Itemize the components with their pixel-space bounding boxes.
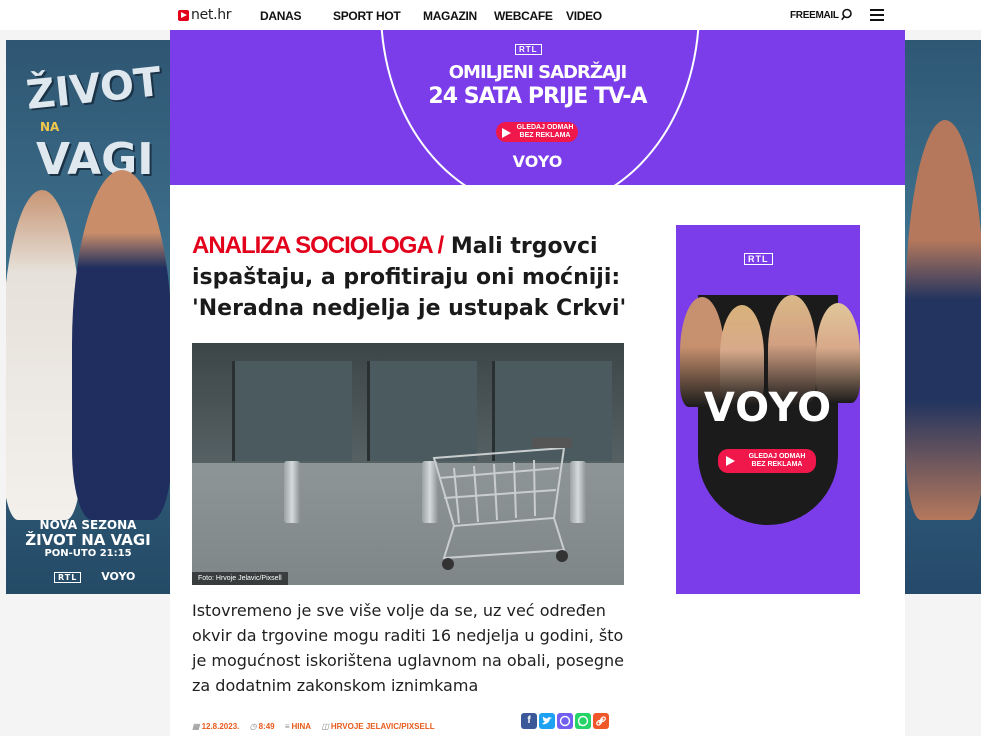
play-icon <box>502 128 511 138</box>
show-title-line1: ŽIVOT <box>23 59 164 119</box>
host-man-image <box>72 170 170 520</box>
play-icon <box>726 456 735 466</box>
clock-icon: ◷ <box>249 722 257 731</box>
show-title-line2: NA <box>40 120 60 134</box>
sidebar-cta-line1: GLEDAJ ODMAH <box>748 453 806 460</box>
site-logo[interactable]: net.hr <box>178 7 232 23</box>
sidebar-ad-rtl-logo: RTL <box>744 253 773 265</box>
sidebar-ad-voyo-logo: VOYO <box>703 385 833 431</box>
logo-text: net.hr <box>191 7 232 23</box>
whatsapp-icon <box>577 715 589 727</box>
banner-cta-line2: BEZ REKLAMA <box>519 132 571 139</box>
left-ad-logos: RTL VOYO <box>54 570 135 583</box>
camera-icon: ◫ <box>321 722 329 731</box>
caption-line3: PON-UTO 21:15 <box>44 548 132 559</box>
right-side-ad[interactable] <box>905 40 981 594</box>
bollard <box>284 461 300 523</box>
rtl-logo: RTL <box>54 572 82 583</box>
search-icon[interactable] <box>841 8 854 21</box>
article-photo[interactable]: Foto: Hrvoje Jelavic/Pixsell <box>192 343 624 585</box>
contestant-image <box>905 120 981 520</box>
viber-icon <box>559 715 571 727</box>
left-ad-caption: NOVA SEZONA ŽIVOT NA VAGI PON-UTO 21:15 <box>6 518 170 559</box>
nav-item-video[interactable]: VIDEO <box>566 9 602 23</box>
sidebar-ad[interactable]: RTL VOYO GLEDAJ ODMAH BEZ REKLAMA <box>676 225 860 594</box>
whatsapp-share-button[interactable] <box>575 713 591 729</box>
nav-item-sport[interactable]: SPORT <box>333 9 373 23</box>
source-icon: ≡ <box>284 722 290 731</box>
meta-source[interactable]: ≡ HINA <box>285 722 311 731</box>
article-content: ANALIZA SOCIOLOGA / Mali trgovci ispašta… <box>170 185 905 736</box>
banner-headline-2: 24 SATA PRIJE TV-A <box>428 84 647 109</box>
logo-mark-icon <box>178 9 189 21</box>
twitter-share-button[interactable] <box>539 713 555 729</box>
banner-cta-line1: GLEDAJ ODMAH <box>516 124 574 131</box>
meta-photo[interactable]: ◫ HRVOJE JELAVIC/PIXSELL <box>321 722 434 731</box>
store-window <box>232 361 352 461</box>
article-headline[interactable]: ANALIZA SOCIOLOGA / Mali trgovci ispašta… <box>192 230 632 324</box>
voyo-logo: VOYO <box>101 570 136 583</box>
nav-item-danas[interactable]: DANAS <box>260 9 301 23</box>
article-lead: Istovremeno je sve više volje da se, uz … <box>192 601 624 695</box>
top-banner-ad[interactable]: RTL OMILJENI SADRŽAJI 24 SATA PRIJE TV-A… <box>170 30 905 185</box>
viber-share-button[interactable] <box>557 713 573 729</box>
shopping-cart-image <box>432 438 572 570</box>
nav-item-hot[interactable]: HOT <box>376 9 401 23</box>
host-woman-image <box>6 190 82 520</box>
article-meta: ▦ 12.8.2023. ◷ 8:49 ≡ HINA ◫ HRVOJE JELAVIC/… <box>192 722 443 731</box>
caption-line1: NOVA SEZONA <box>39 518 137 532</box>
menu-icon[interactable] <box>870 9 884 21</box>
nav-item-webcafe[interactable]: WEBCAFE <box>494 9 553 23</box>
banner-cta-button[interactable]: GLEDAJ ODMAH BEZ REKLAMA <box>496 122 578 142</box>
facebook-share-button[interactable]: f <box>521 713 537 729</box>
copy-link-button[interactable] <box>593 713 609 729</box>
caption-line2: ŽIVOT NA VAGI <box>25 531 151 549</box>
sidebar-ad-cta-button[interactable]: GLEDAJ ODMAH BEZ REKLAMA <box>718 449 816 473</box>
meta-time: ◷ 8:49 <box>249 722 275 731</box>
nav-item-magazin[interactable]: MAGAZIN <box>423 9 477 23</box>
link-icon <box>596 716 606 726</box>
banner-rtl-logo: RTL <box>515 44 542 55</box>
banner-voyo-logo: VOYO <box>512 152 563 171</box>
meta-date: ▦ 12.8.2023. <box>192 722 240 731</box>
sidebar-cta-line2: BEZ REKLAMA <box>751 461 803 468</box>
twitter-icon <box>542 716 552 725</box>
photo-credit: Foto: Hrvoje Jelavic/Pixsell <box>192 572 288 585</box>
top-navigation-bar: net.hr DANAS SPORT HOT MAGAZIN WEBCAFE V… <box>0 0 981 30</box>
freemail-link[interactable]: FREEMAIL <box>790 10 839 21</box>
calendar-icon: ▦ <box>192 722 200 731</box>
article-kicker: ANALIZA SOCIOLOGA / <box>192 232 444 259</box>
banner-headline-1: OMILJENI SADRŽAJI <box>448 62 627 83</box>
left-side-ad[interactable]: ŽIVOT NA VAGI NOVA SEZONA ŽIVOT NA VAGI … <box>6 40 170 594</box>
